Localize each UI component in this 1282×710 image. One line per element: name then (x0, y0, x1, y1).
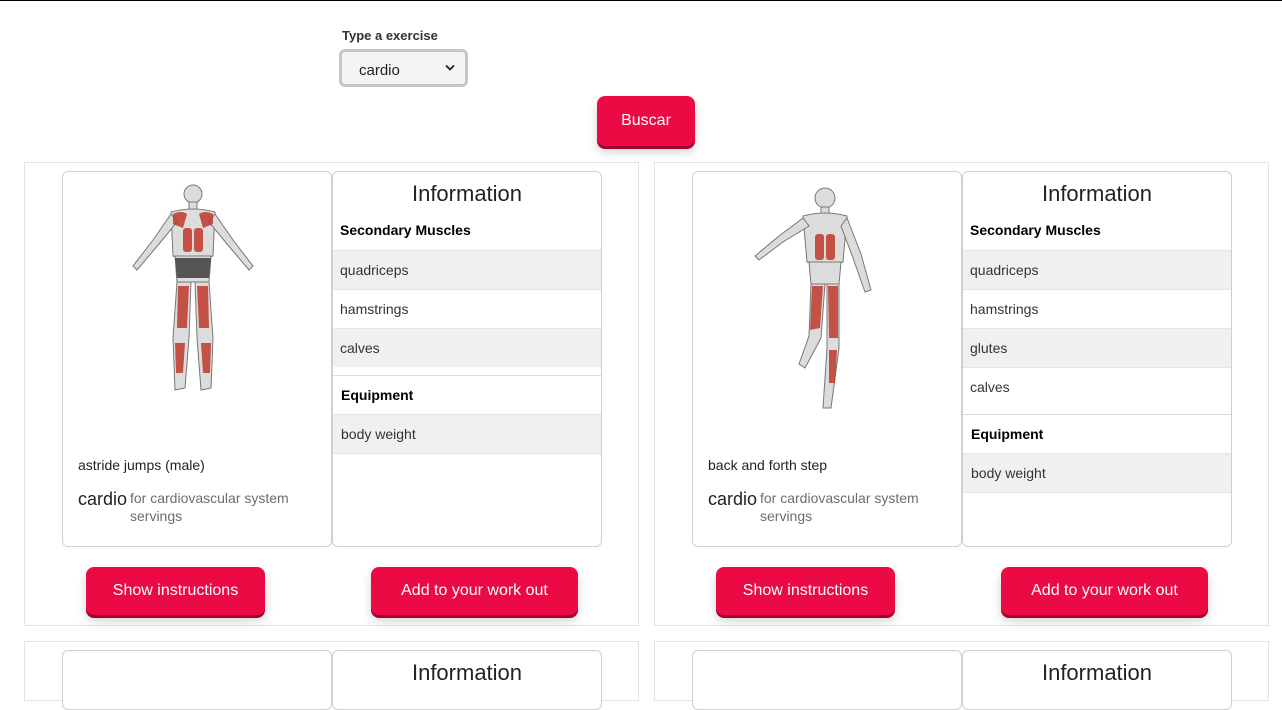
exercise-description: for cardiovascular system servings (130, 490, 289, 524)
exercise-category-row: cardio for cardiovascular system serving… (78, 489, 289, 524)
equipment-value: body weight (333, 414, 601, 454)
muscle-item: hamstrings (963, 289, 1231, 328)
info-title: Information (1041, 660, 1153, 685)
exercise-panel: astride jumps (male) cardio for cardiova… (62, 171, 332, 547)
exercise-category: cardio (78, 489, 128, 509)
information-panel: Information (332, 650, 602, 710)
show-instructions-button[interactable]: Show instructions (716, 567, 895, 615)
equipment-heading: Equipment (341, 387, 414, 403)
exercise-figure-icon (754, 187, 872, 409)
search-button[interactable]: Buscar (597, 96, 695, 146)
exercise-card: Information (654, 641, 1269, 710)
secondary-muscles-heading: Secondary Muscles (970, 222, 1101, 238)
information-panel: Information (962, 650, 1232, 710)
exercise-card: back and forth step cardio for cardiovas… (654, 162, 1269, 626)
select-value: cardio (359, 62, 400, 79)
chevron-down-icon (445, 65, 455, 71)
exercise-panel (62, 650, 332, 710)
add-to-workout-button[interactable]: Add to your work out (371, 567, 578, 615)
exercise-panel: back and forth step cardio for cardiovas… (692, 171, 962, 547)
muscle-item: calves (333, 328, 601, 367)
top-border (0, 0, 1282, 1)
exercise-category-row: cardio for cardiovascular system serving… (708, 489, 919, 524)
secondary-muscles-heading: Secondary Muscles (340, 222, 471, 238)
info-title: Information (1041, 181, 1153, 206)
equipment-heading: Equipment (971, 426, 1044, 442)
equipment-block: Equipment body weight (333, 375, 601, 454)
muscle-item: hamstrings (333, 289, 601, 328)
exercise-name: astride jumps (male) (78, 457, 205, 473)
equipment-value: body weight (963, 453, 1231, 493)
info-title: Information (411, 660, 523, 685)
exercise-card: Information (24, 641, 639, 710)
exercise-card: astride jumps (male) cardio for cardiova… (24, 162, 639, 626)
muscle-item: quadriceps (963, 250, 1231, 289)
exercise-filter: Type a exercise cardio (339, 28, 468, 87)
exercise-category: cardio (708, 489, 758, 509)
add-to-workout-button[interactable]: Add to your work out (1001, 567, 1208, 615)
muscle-item: calves (963, 367, 1231, 406)
muscle-item: glutes (963, 328, 1231, 367)
equipment-block: Equipment body weight (963, 414, 1231, 493)
exercise-type-select[interactable]: cardio (339, 49, 468, 87)
exercise-name: back and forth step (708, 457, 828, 473)
info-title: Information (411, 181, 523, 206)
exercise-description: for cardiovascular system servings (760, 490, 919, 524)
show-instructions-button[interactable]: Show instructions (86, 567, 265, 615)
muscle-item: quadriceps (333, 250, 601, 289)
exercise-figure-icon (132, 184, 254, 391)
information-panel: Information Secondary Muscles quadriceps… (962, 171, 1232, 547)
information-panel: Information Secondary Muscles quadriceps… (332, 171, 602, 547)
exercise-panel (692, 650, 962, 710)
filter-label: Type a exercise (342, 28, 438, 43)
